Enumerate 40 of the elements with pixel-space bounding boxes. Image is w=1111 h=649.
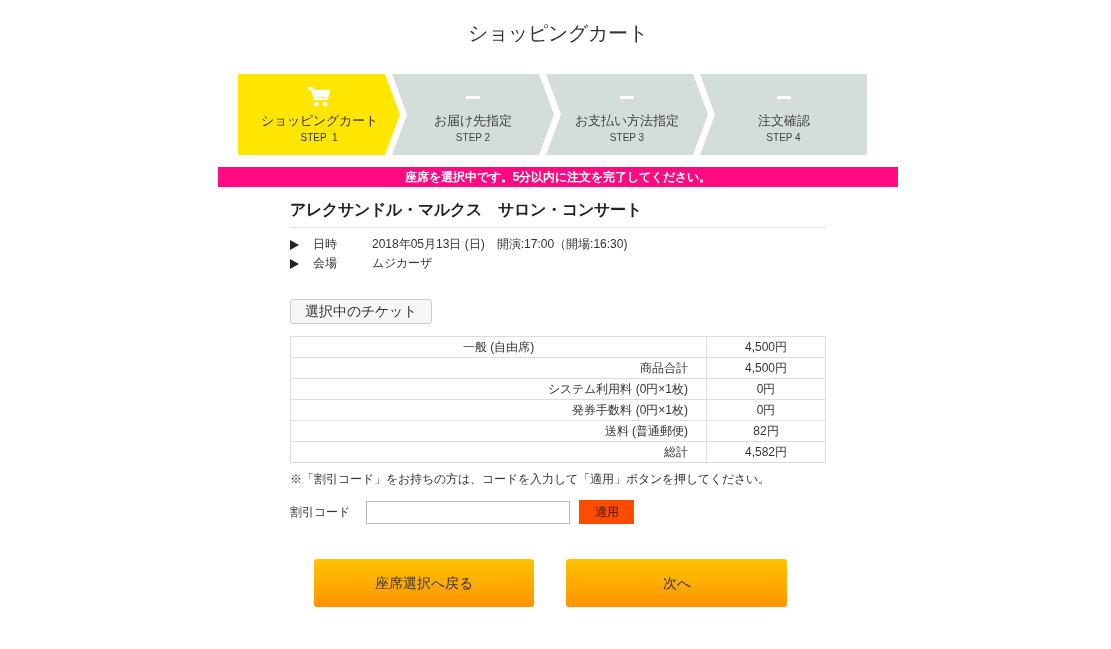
step-label: ショッピングカート — [259, 113, 379, 129]
bullet-icon — [290, 258, 299, 269]
detail-value: 2018年05月13日 (日) 開演:17:00（開場:16:30) — [372, 236, 628, 253]
dash-icon — [776, 95, 791, 99]
table-cell: 発券手数料 (0円×1枚) — [290, 399, 707, 421]
table-cell: 一般 (自由席) — [290, 336, 707, 358]
step-label: 注文確認 — [756, 113, 811, 129]
table-cell: 4,582円 — [706, 441, 826, 463]
table-cell: システム利用料 (0円×1枚) — [290, 378, 707, 400]
dash-icon — [466, 95, 480, 99]
discount-code-field[interactable] — [366, 500, 570, 524]
table-cell: 総計 — [290, 441, 707, 463]
table-cell: 送料 (普通郵便) — [290, 420, 707, 442]
back-button[interactable]: 座席選択へ戻る — [314, 559, 534, 607]
bullet-icon — [290, 239, 299, 250]
cart-icon — [308, 87, 330, 107]
discount-note: ※「割引コード」をお持ちの方は、コードを入力して「適用」ボタンを押してください。 — [290, 471, 771, 488]
table-cell: 0円 — [706, 399, 826, 421]
page-title: ショッピングカート — [467, 21, 649, 45]
dash-icon — [620, 95, 634, 99]
section-label: 選択中のチケット — [290, 299, 432, 324]
table-cell: 4,500円 — [706, 336, 826, 358]
detail-label: 日時 — [313, 236, 338, 253]
discount-label: 割引コード — [290, 504, 351, 521]
table-cell: 82円 — [706, 420, 826, 442]
step-label: お届け先指定 — [433, 113, 513, 129]
step-number: STEP 1 — [299, 132, 339, 144]
detail-label: 会場 — [313, 255, 338, 272]
step-label: お支払い方法指定 — [574, 113, 680, 129]
apply-button[interactable]: 適用 — [579, 500, 634, 524]
table-cell: 商品合計 — [290, 357, 707, 379]
table-cell: 0円 — [706, 378, 826, 400]
step-number: STEP 2 — [454, 132, 492, 144]
next-button[interactable]: 次へ — [566, 559, 787, 607]
step-number: STEP 4 — [765, 132, 802, 144]
detail-value: ムジカーザ — [372, 255, 432, 272]
table-cell: 4,500円 — [706, 357, 826, 379]
step-number: STEP 3 — [608, 132, 646, 144]
event-title: アレクサンドル・マルクス サロン・コンサート — [290, 200, 826, 228]
notice-banner: 座席を選択中です。5分以内に注文を完了してください。 — [218, 167, 898, 187]
